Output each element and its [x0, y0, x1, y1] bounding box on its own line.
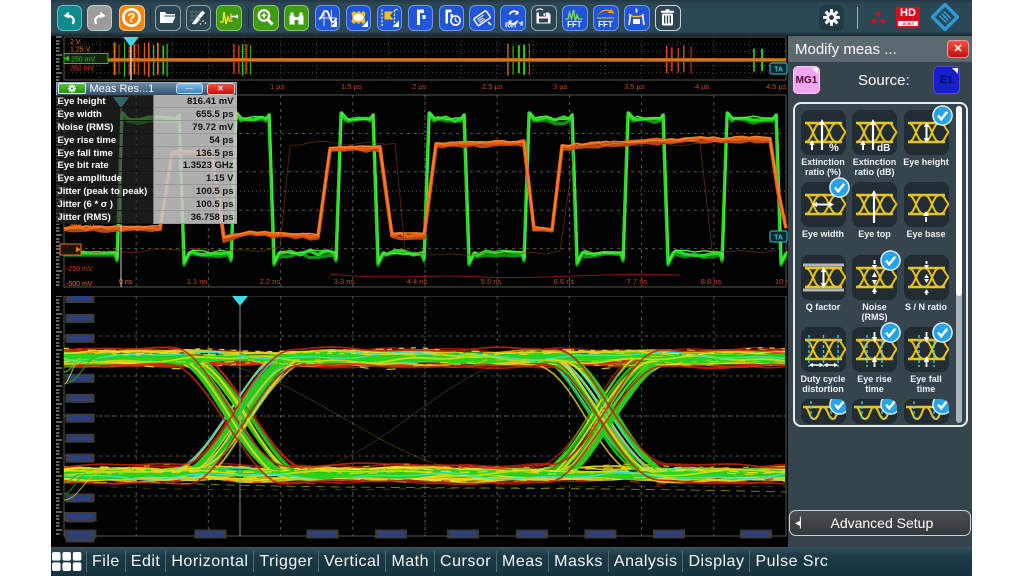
- svg-text:6.6 ns: 6.6 ns: [554, 277, 575, 286]
- svg-text:-250 mV: -250 mV: [66, 266, 93, 273]
- svg-text:1.1 ns: 1.1 ns: [187, 277, 208, 286]
- svg-text:5.5 ns: 5.5 ns: [481, 277, 502, 286]
- svg-text:TA: TA: [774, 67, 783, 74]
- svg-text:2.2 ns: 2.2 ns: [260, 277, 281, 286]
- svg-text:2 V: 2 V: [70, 39, 81, 46]
- svg-text:%: %: [829, 142, 839, 154]
- svg-text:2 µs: 2 µs: [412, 82, 427, 91]
- svg-text:TA: TA: [774, 235, 783, 242]
- svg-text:FFT: FFT: [567, 20, 582, 29]
- svg-text:250 mV: 250 mV: [70, 224, 94, 231]
- svg-text:1.25 V: 1.25 V: [70, 47, 91, 54]
- svg-text:7.7 ns: 7.7 ns: [627, 277, 648, 286]
- svg-text:3.3 ns: 3.3 ns: [334, 277, 355, 286]
- svg-text:4.5 µs: 4.5 µs: [766, 82, 787, 91]
- svg-text:250 mV: 250 mV: [70, 66, 94, 73]
- svg-text:1 µs: 1 µs: [270, 82, 285, 91]
- svg-text:4 µs: 4 µs: [695, 82, 710, 91]
- svg-text:2.5 µs: 2.5 µs: [482, 82, 503, 91]
- svg-text:-500 mV: -500 mV: [66, 281, 93, 288]
- svg-text:1.5 µs: 1.5 µs: [341, 82, 362, 91]
- svg-text:3.5 µs: 3.5 µs: [624, 82, 645, 91]
- svg-text:250 mV: 250 mV: [71, 57, 95, 64]
- svg-text:?: ?: [128, 10, 136, 25]
- svg-text:Ref: Ref: [505, 23, 517, 30]
- svg-text:dB: dB: [877, 143, 890, 154]
- svg-text:4.4 ns: 4.4 ns: [407, 277, 428, 286]
- svg-text:8.8 ns: 8.8 ns: [701, 277, 722, 286]
- svg-text:10 ns: 10 ns: [775, 277, 788, 286]
- svg-text:3 µs: 3 µs: [553, 82, 568, 91]
- svg-text:FFT: FFT: [598, 20, 613, 29]
